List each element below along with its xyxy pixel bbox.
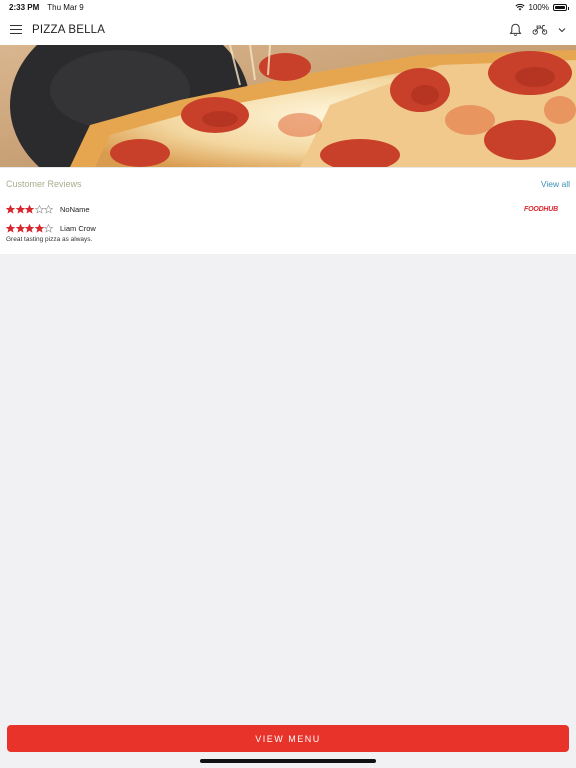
review-text: Great tasting pizza as always. <box>6 236 93 243</box>
reviews-section: Customer Reviews View all NoName FOODHUB… <box>0 167 576 254</box>
foodhub-logo: FOODHUB <box>524 206 558 213</box>
star-filled-icon <box>25 224 34 233</box>
star-filled-icon <box>6 224 15 233</box>
hero-pizza-image <box>0 45 576 167</box>
status-date: Thu Mar 9 <box>47 2 84 12</box>
review-item: NoName FOODHUB <box>0 200 576 219</box>
star-empty-icon <box>44 205 53 214</box>
battery-icon <box>553 3 569 11</box>
page-title: PIZZA BELLA <box>32 23 106 36</box>
scooter-icon[interactable] <box>532 24 548 35</box>
battery-fill <box>555 5 565 9</box>
header-actions <box>509 23 566 37</box>
star-empty-icon <box>34 205 44 214</box>
app-header: PIZZA BELLA <box>0 14 576 45</box>
star-filled-icon <box>15 224 25 233</box>
star-rating <box>6 205 53 214</box>
reviews-title: Customer Reviews <box>6 179 82 189</box>
status-right: 100% <box>514 2 569 12</box>
wifi-icon <box>514 3 525 11</box>
reviewer-name: NoName <box>60 205 90 214</box>
battery-percent: 100% <box>528 2 549 12</box>
star-filled-icon <box>25 205 34 214</box>
reviews-header: Customer Reviews View all <box>0 168 576 200</box>
star-rating <box>6 224 53 233</box>
menu-icon[interactable] <box>10 25 22 34</box>
star-filled-icon <box>6 205 15 214</box>
star-filled-icon <box>15 205 25 214</box>
reviewer-name: Liam Crow <box>60 224 96 233</box>
view-all-link[interactable]: View all <box>541 179 570 189</box>
status-bar: 2:33 PM Thu Mar 9 100% <box>0 0 576 14</box>
home-indicator <box>200 759 376 763</box>
bell-icon[interactable] <box>509 23 522 37</box>
star-filled-icon <box>34 224 44 233</box>
chevron-down-icon[interactable] <box>558 27 566 33</box>
status-time: 2:33 PM <box>9 2 40 12</box>
star-empty-icon <box>44 224 53 233</box>
view-menu-button[interactable]: VIEW MENU <box>7 725 569 752</box>
